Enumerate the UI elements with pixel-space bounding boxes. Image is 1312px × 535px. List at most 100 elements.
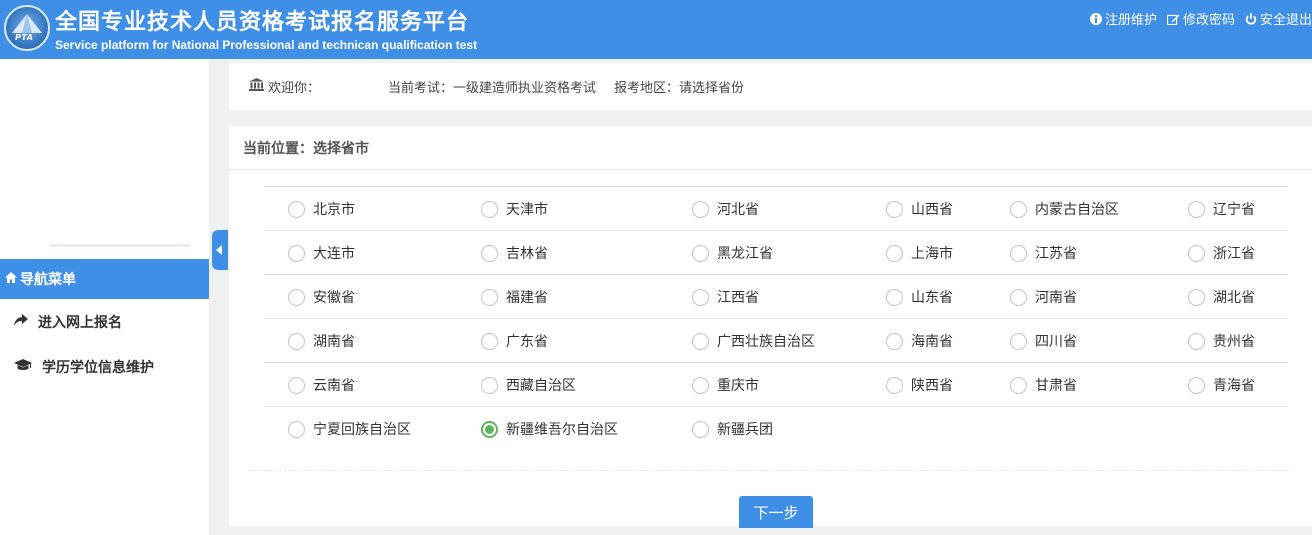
province-option[interactable]: 云南省 bbox=[288, 363, 355, 407]
province-label: 海南省 bbox=[911, 334, 953, 350]
province-radio[interactable] bbox=[481, 376, 498, 394]
province-row: 湖南省 广东省 广西壮族自治区 海南省 四川省 贵州省 bbox=[264, 318, 1288, 362]
province-radio[interactable] bbox=[288, 244, 305, 262]
province-option[interactable]: 安徽省 bbox=[288, 275, 355, 319]
province-label: 黑龙江省 bbox=[717, 246, 773, 262]
province-option[interactable]: 新疆兵团 bbox=[692, 407, 773, 451]
province-radio[interactable] bbox=[1010, 288, 1027, 306]
register-maintenance-link[interactable]: 注册维护 bbox=[1089, 9, 1157, 28]
redacted-username bbox=[323, 81, 385, 93]
info-circle-icon bbox=[1089, 12, 1102, 25]
province-option[interactable]: 陕西省 bbox=[886, 363, 953, 407]
province-option[interactable]: 大连市 bbox=[288, 231, 355, 275]
province-option[interactable]: 黑龙江省 bbox=[692, 231, 773, 275]
province-option[interactable]: 上海市 bbox=[886, 231, 953, 275]
province-option[interactable]: 辽宁省 bbox=[1188, 187, 1255, 231]
province-radio[interactable] bbox=[692, 244, 709, 262]
province-option[interactable]: 吉林省 bbox=[481, 231, 548, 275]
province-radio[interactable] bbox=[1188, 376, 1205, 394]
province-option[interactable]: 山东省 bbox=[886, 275, 953, 319]
province-radio[interactable] bbox=[288, 332, 305, 350]
top-header: PTA 全国专业技术人员资格考试报名服务平台 Service platform … bbox=[0, 0, 1312, 59]
province-radio[interactable] bbox=[288, 420, 305, 438]
province-option[interactable]: 北京市 bbox=[288, 187, 355, 231]
sidebar-collapse-handle[interactable] bbox=[212, 230, 228, 270]
province-label: 山西省 bbox=[911, 202, 953, 218]
province-radio[interactable] bbox=[288, 376, 305, 394]
province-row: 北京市 天津市 河北省 山西省 内蒙古自治区 辽宁省 bbox=[264, 186, 1288, 230]
province-radio[interactable] bbox=[886, 244, 903, 262]
logout-label: 安全退出 bbox=[1259, 13, 1312, 28]
province-radio[interactable] bbox=[288, 200, 305, 218]
logout-link[interactable]: 安全退出 bbox=[1245, 9, 1312, 28]
province-radio[interactable] bbox=[692, 332, 709, 350]
province-radio[interactable] bbox=[692, 420, 709, 438]
nav-menu-header[interactable]: 导航菜单 bbox=[0, 259, 209, 299]
province-option[interactable]: 湖南省 bbox=[288, 319, 355, 363]
sidebar-item-education-info[interactable]: 学历学位信息维护 bbox=[0, 347, 209, 387]
province-option[interactable]: 四川省 bbox=[1010, 319, 1077, 363]
province-option[interactable]: 甘肃省 bbox=[1010, 363, 1077, 407]
province-radio[interactable] bbox=[481, 420, 498, 438]
province-radio[interactable] bbox=[288, 288, 305, 306]
province-label: 内蒙古自治区 bbox=[1035, 202, 1119, 218]
province-option[interactable]: 福建省 bbox=[481, 275, 548, 319]
province-option[interactable]: 山西省 bbox=[886, 187, 953, 231]
province-option[interactable]: 浙江省 bbox=[1188, 231, 1255, 275]
province-option[interactable]: 西藏自治区 bbox=[481, 363, 576, 407]
province-radio[interactable] bbox=[481, 200, 498, 218]
province-option[interactable]: 江苏省 bbox=[1010, 231, 1077, 275]
province-label: 甘肃省 bbox=[1035, 378, 1077, 394]
province-option[interactable]: 新疆维吾尔自治区 bbox=[481, 407, 618, 451]
province-option[interactable]: 青海省 bbox=[1188, 363, 1255, 407]
province-option[interactable]: 天津市 bbox=[481, 187, 548, 231]
province-label: 大连市 bbox=[313, 246, 355, 262]
province-selection-panel: 当前位置：选择省市 北京市 天津市 河北省 山西省 内蒙古自治区 辽宁省 大连市 吉林省 黑龙江… bbox=[229, 126, 1312, 528]
province-label: 北京市 bbox=[313, 202, 355, 218]
pta-logo: PTA bbox=[4, 5, 50, 51]
next-step-button[interactable]: 下一步 bbox=[739, 496, 813, 528]
province-radio[interactable] bbox=[886, 332, 903, 350]
province-radio[interactable] bbox=[1188, 288, 1205, 306]
province-option[interactable]: 湖北省 bbox=[1188, 275, 1255, 319]
province-option[interactable]: 重庆市 bbox=[692, 363, 759, 407]
province-radio[interactable] bbox=[886, 200, 903, 218]
edit-icon bbox=[1166, 13, 1180, 25]
province-radio[interactable] bbox=[481, 332, 498, 350]
province-option[interactable]: 江西省 bbox=[692, 275, 759, 319]
province-option[interactable]: 广西壮族自治区 bbox=[692, 319, 815, 363]
welcome-text: 欢迎你： bbox=[268, 81, 321, 96]
region-text: 报考地区：请选择省份 bbox=[614, 81, 745, 96]
province-radio[interactable] bbox=[481, 244, 498, 262]
province-option[interactable]: 广东省 bbox=[481, 319, 548, 363]
province-radio[interactable] bbox=[1010, 332, 1027, 350]
province-radio[interactable] bbox=[1188, 332, 1205, 350]
province-radio[interactable] bbox=[1188, 244, 1205, 262]
province-radio[interactable] bbox=[1010, 376, 1027, 394]
province-option[interactable]: 内蒙古自治区 bbox=[1010, 187, 1119, 231]
province-radio[interactable] bbox=[692, 200, 709, 218]
nav-menu-label: 导航菜单 bbox=[20, 272, 76, 288]
province-row: 安徽省 福建省 江西省 山东省 河南省 湖北省 bbox=[264, 274, 1288, 318]
change-password-link[interactable]: 修改密码 bbox=[1166, 9, 1235, 28]
province-radio[interactable] bbox=[886, 376, 903, 394]
province-option[interactable]: 贵州省 bbox=[1188, 319, 1255, 363]
current-exam-text: 当前考试：一级建造师执业资格考试 bbox=[388, 81, 597, 96]
province-radio[interactable] bbox=[886, 288, 903, 306]
province-option[interactable]: 海南省 bbox=[886, 319, 953, 363]
province-radio[interactable] bbox=[692, 288, 709, 306]
sidebar-item-online-registration[interactable]: 进入网上报名 bbox=[0, 302, 209, 342]
sidebar-item-label: 进入网上报名 bbox=[38, 315, 122, 331]
province-label: 河南省 bbox=[1035, 290, 1077, 306]
province-option[interactable]: 宁夏回族自治区 bbox=[288, 407, 411, 451]
province-row: 宁夏回族自治区 新疆维吾尔自治区 新疆兵团 bbox=[264, 406, 1288, 450]
province-radio[interactable] bbox=[481, 288, 498, 306]
province-radio[interactable] bbox=[692, 376, 709, 394]
province-radio[interactable] bbox=[1010, 200, 1027, 218]
province-option[interactable]: 河南省 bbox=[1010, 275, 1077, 319]
province-radio[interactable] bbox=[1188, 200, 1205, 218]
province-radio[interactable] bbox=[1010, 244, 1027, 262]
province-option[interactable]: 河北省 bbox=[692, 187, 759, 231]
province-label: 福建省 bbox=[506, 290, 548, 306]
province-label: 吉林省 bbox=[506, 246, 548, 262]
